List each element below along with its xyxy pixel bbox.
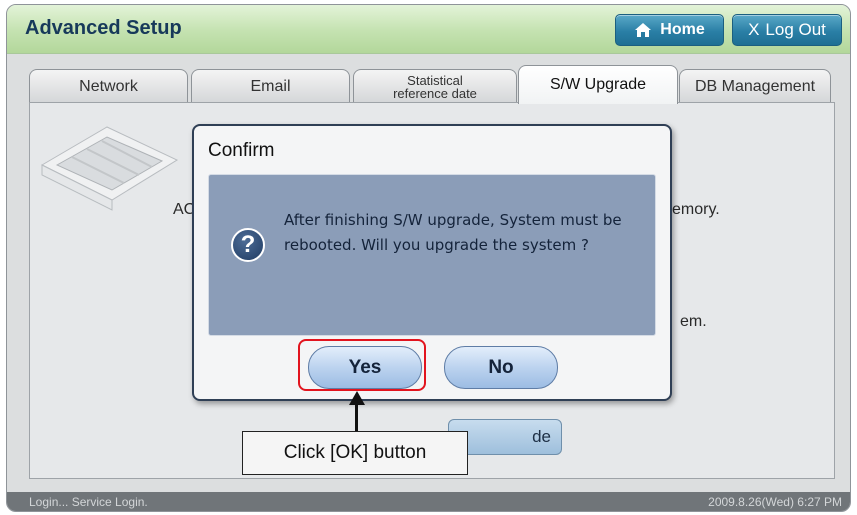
- tab-statistical-reference-date[interactable]: Statistical reference date: [353, 69, 517, 104]
- status-bar: Login... Service Login. 2009.8.26(Wed) 6…: [7, 492, 850, 511]
- background-text-1-end: emory.: [672, 201, 720, 218]
- status-datetime: 2009.8.26(Wed) 6:27 PM: [708, 495, 842, 509]
- home-icon: [635, 23, 652, 37]
- tab-sw-upgrade[interactable]: S/W Upgrade: [518, 65, 678, 104]
- status-login-text: Login... Service Login.: [29, 495, 148, 509]
- dialog-message: After finishing S/W upgrade, System must…: [284, 211, 622, 254]
- logout-button[interactable]: X Log Out: [732, 14, 842, 46]
- yes-button-highlight: [298, 339, 426, 391]
- tab-statistical-line2: reference date: [393, 86, 477, 101]
- dialog-message-box: ? After finishing S/W upgrade, System mu…: [208, 174, 656, 336]
- callout-box: Click [OK] button: [242, 431, 468, 475]
- tab-bar: Network Email Statistical reference date…: [29, 65, 831, 105]
- callout-arrow-line: [355, 400, 358, 434]
- logout-button-label: Log Out: [765, 20, 826, 39]
- air-conditioner-image: [40, 126, 179, 211]
- dialog-title: Confirm: [208, 140, 275, 161]
- question-icon: ?: [231, 228, 265, 262]
- home-button[interactable]: Home: [615, 14, 724, 46]
- home-button-label: Home: [660, 21, 705, 38]
- close-icon: X: [748, 20, 760, 39]
- tab-network[interactable]: Network: [29, 69, 188, 104]
- upgrade-button-label: de: [532, 427, 551, 446]
- title-bar: Advanced Setup Home X Log Out: [7, 5, 850, 54]
- confirm-dialog: Confirm ? After finishing S/W upgrade, S…: [192, 124, 672, 401]
- window-title: Advanced Setup: [25, 17, 182, 39]
- background-text-2-end: em.: [680, 313, 707, 330]
- tab-db-management[interactable]: DB Management: [679, 69, 831, 104]
- tab-email[interactable]: Email: [191, 69, 350, 104]
- no-button[interactable]: No: [444, 346, 558, 389]
